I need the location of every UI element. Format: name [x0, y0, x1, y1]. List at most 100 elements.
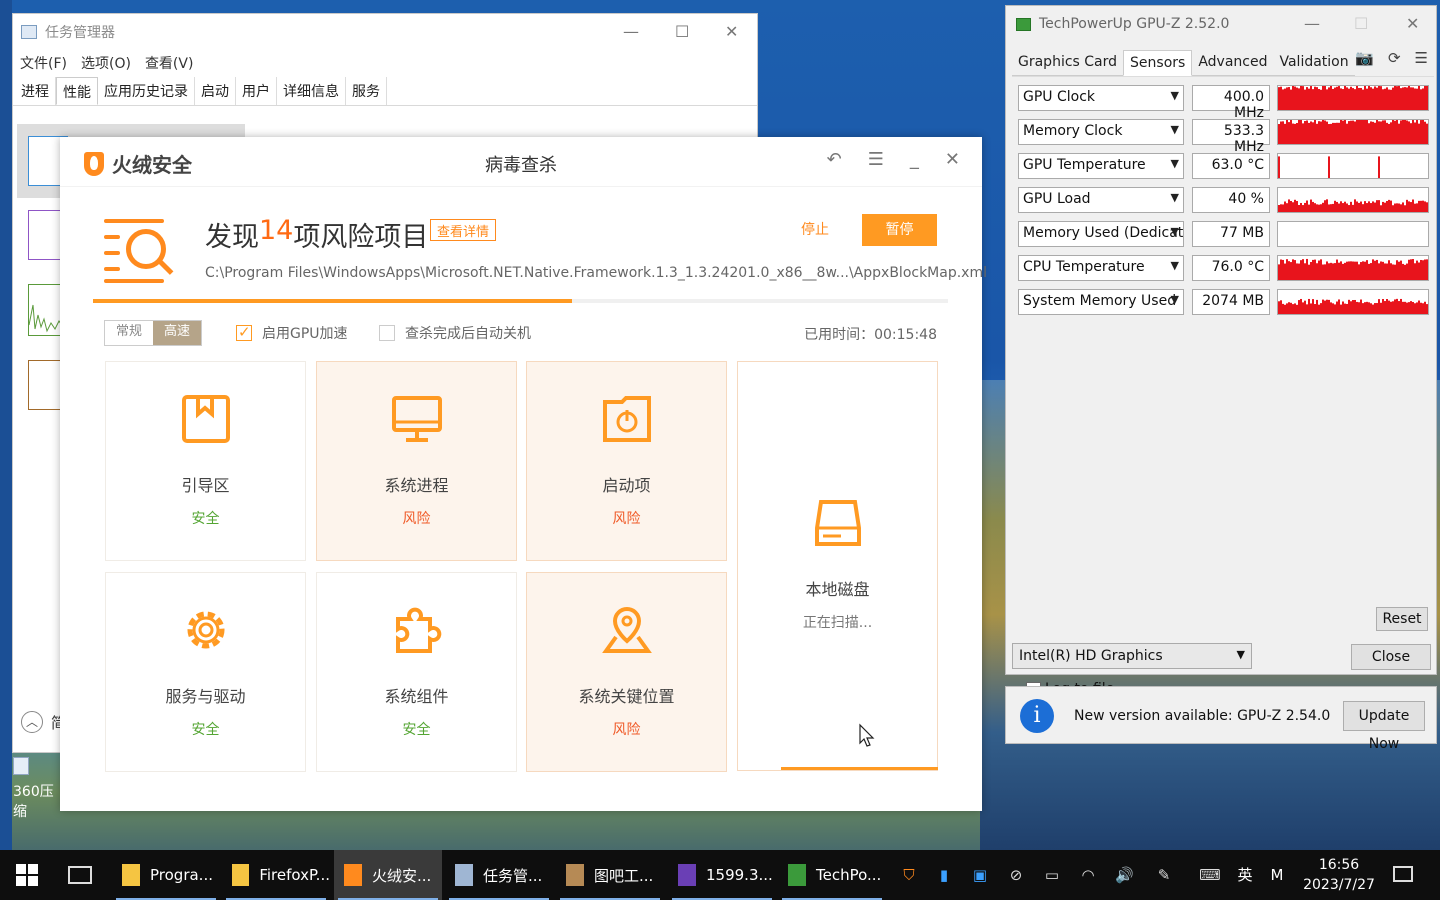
- tab-app-history[interactable]: 应用历史记录: [98, 77, 195, 105]
- network-mini-graph[interactable]: [28, 360, 62, 410]
- pen-icon[interactable]: ✎: [1155, 866, 1173, 884]
- ime-language[interactable]: 英: [1236, 866, 1254, 884]
- tile-local-disk[interactable]: 本地磁盘 正在扫描...: [737, 361, 938, 771]
- network-off-icon[interactable]: ⊘: [1007, 866, 1025, 884]
- tile-startup-items[interactable]: 启动项 风险: [526, 361, 727, 561]
- tab-startup[interactable]: 启动: [195, 77, 236, 105]
- gpuz-titlebar[interactable]: TechPowerUp GPU-Z 2.52.0: [1006, 6, 1436, 42]
- view-details-button[interactable]: 查看详情: [430, 219, 497, 241]
- taskbar-app[interactable]: 图吧工...: [556, 850, 664, 900]
- menu-options[interactable]: 选项(O): [81, 53, 131, 73]
- found-suffix: 项风险项目: [293, 222, 429, 253]
- tile-name: 系统组件: [384, 687, 449, 706]
- tab-advanced[interactable]: Advanced: [1192, 50, 1274, 76]
- maximize-icon[interactable]: ☐: [675, 22, 689, 41]
- tile-name: 引导区: [181, 476, 230, 495]
- gpuz-window[interactable]: TechPowerUp GPU-Z 2.52.0 — ☐ ✕ Graphics …: [1005, 5, 1437, 697]
- cpu-icon: [678, 864, 696, 886]
- sensor-value: 533.3 MHz: [1192, 119, 1270, 155]
- tile-system-process[interactable]: 系统进程 风险: [316, 361, 517, 561]
- huorong-tray-icon[interactable]: ⛉: [900, 866, 918, 884]
- task-view-icon[interactable]: [68, 866, 92, 884]
- tray-app-icon[interactable]: ▮: [935, 866, 953, 884]
- gpuz-title: TechPowerUp GPU-Z 2.52.0: [1039, 16, 1230, 32]
- tile-services-drivers[interactable]: 服务与驱动 安全: [105, 572, 306, 772]
- sensor-graph: [1277, 85, 1429, 111]
- close-button[interactable]: Close: [1351, 644, 1431, 670]
- gpu-select[interactable]: Intel(R) HD Graphics ▼: [1012, 643, 1252, 669]
- menu-list-icon[interactable]: ☰: [868, 149, 884, 170]
- tile-key-locations[interactable]: 系统关键位置 风险: [526, 572, 727, 772]
- sensor-name-dropdown[interactable]: System Memory Used ▼: [1018, 289, 1184, 315]
- system-clock[interactable]: 16:56 2023/7/27: [1300, 855, 1378, 895]
- disk-mini-graph[interactable]: [28, 284, 64, 336]
- mode-normal[interactable]: 常规: [105, 321, 153, 345]
- tab-validation[interactable]: Validation: [1273, 50, 1355, 76]
- taskbar-app[interactable]: 火绒安...: [334, 850, 442, 900]
- tab-performance[interactable]: 性能: [56, 77, 98, 105]
- gear-icon: [187, 611, 224, 649]
- notification-center-icon[interactable]: [1393, 866, 1413, 882]
- camera-icon[interactable]: 📷: [1355, 49, 1374, 67]
- desktop-background: [0, 0, 12, 850]
- sensor-name-dropdown[interactable]: GPU Temperature ▼: [1018, 153, 1184, 179]
- taskbar-app[interactable]: 1599.3...: [668, 850, 776, 900]
- keyboard-icon[interactable]: ⌨: [1198, 866, 1222, 884]
- scan-magnifier-icon: [104, 213, 174, 283]
- desktop-icon-360zip[interactable]: 360压缩: [13, 757, 61, 820]
- hamburger-menu-icon[interactable]: ☰: [1415, 49, 1428, 67]
- taskbar-app[interactable]: TechPo...: [778, 850, 886, 900]
- huorong-window[interactable]: 火绒安全 病毒查杀 ↶ ☰ _ ✕ 发现 14 项风险项目 查看详情 停止 暂停 C…: [60, 137, 987, 811]
- task-manager-titlebar[interactable]: 任务管理器: [13, 14, 757, 50]
- gpu-accel-checkbox[interactable]: 启用GPU加速: [236, 323, 348, 343]
- refresh-icon[interactable]: ⟳: [1388, 49, 1401, 67]
- taskbar-app[interactable]: FirefoxP...: [222, 850, 330, 900]
- sensor-name-dropdown[interactable]: Memory Used (Dedicated)▼: [1018, 221, 1184, 247]
- minimize-icon[interactable]: _: [910, 149, 919, 170]
- taskbar-app[interactable]: 任务管...: [445, 850, 553, 900]
- stop-button[interactable]: 停止: [801, 219, 829, 239]
- memory-mini-graph[interactable]: [28, 210, 62, 260]
- sensor-name-dropdown[interactable]: Memory Clock ▼: [1018, 119, 1184, 145]
- sensor-graph: [1277, 221, 1429, 247]
- windows-start-icon[interactable]: [16, 864, 38, 886]
- update-now-button[interactable]: Update Now: [1343, 701, 1425, 752]
- menu-view[interactable]: 查看(V): [145, 53, 194, 73]
- tab-sensors[interactable]: Sensors: [1123, 50, 1193, 76]
- pause-button[interactable]: 暂停: [862, 214, 937, 246]
- tile-system-components[interactable]: 系统组件 安全: [316, 572, 517, 772]
- sensor-name-dropdown[interactable]: CPU Temperature ▼: [1018, 255, 1184, 281]
- sensor-value: 40 %: [1192, 187, 1270, 213]
- tile-boot-sector[interactable]: 引导区 安全: [105, 361, 306, 561]
- reset-button[interactable]: Reset: [1376, 607, 1428, 631]
- minimize-icon[interactable]: —: [1304, 14, 1320, 33]
- close-icon[interactable]: ✕: [725, 22, 738, 41]
- shortcut-icon: [13, 757, 29, 775]
- tab-processes[interactable]: 进程: [15, 77, 56, 105]
- info-icon: i: [1020, 699, 1054, 733]
- huorong-titlebar[interactable]: 火绒安全 病毒查杀 ↶ ☰ _ ✕: [60, 137, 982, 187]
- huorong-icon: [344, 864, 362, 886]
- sensor-name-dropdown[interactable]: GPU Load ▼: [1018, 187, 1184, 213]
- volume-icon[interactable]: 🔊: [1115, 866, 1134, 884]
- boot-sector-icon: [181, 395, 230, 443]
- wifi-icon[interactable]: ◠: [1079, 866, 1097, 884]
- back-icon[interactable]: ↶: [827, 149, 842, 170]
- auto-shutdown-checkbox[interactable]: 查杀完成后自动关机: [379, 323, 531, 343]
- tab-users[interactable]: 用户: [236, 77, 277, 105]
- tray-app2-icon[interactable]: ▣: [971, 866, 989, 884]
- tab-services[interactable]: 服务: [346, 77, 387, 105]
- battery-icon[interactable]: ▭: [1043, 866, 1061, 884]
- close-icon[interactable]: ✕: [945, 149, 960, 170]
- sensor-name-dropdown[interactable]: GPU Clock ▼: [1018, 85, 1184, 111]
- mode-fast[interactable]: 高速: [153, 321, 201, 345]
- close-icon[interactable]: ✕: [1406, 14, 1419, 33]
- minimize-icon[interactable]: —: [623, 22, 639, 41]
- taskbar-app[interactable]: Progra...: [112, 850, 220, 900]
- tab-graphics-card[interactable]: Graphics Card: [1012, 50, 1124, 76]
- tab-details[interactable]: 详细信息: [277, 77, 346, 105]
- ime-mode[interactable]: M: [1268, 866, 1286, 884]
- menu-file[interactable]: 文件(F): [20, 53, 67, 73]
- scan-mode-toggle[interactable]: 常规 高速: [104, 320, 202, 346]
- disk-icon: [814, 500, 861, 546]
